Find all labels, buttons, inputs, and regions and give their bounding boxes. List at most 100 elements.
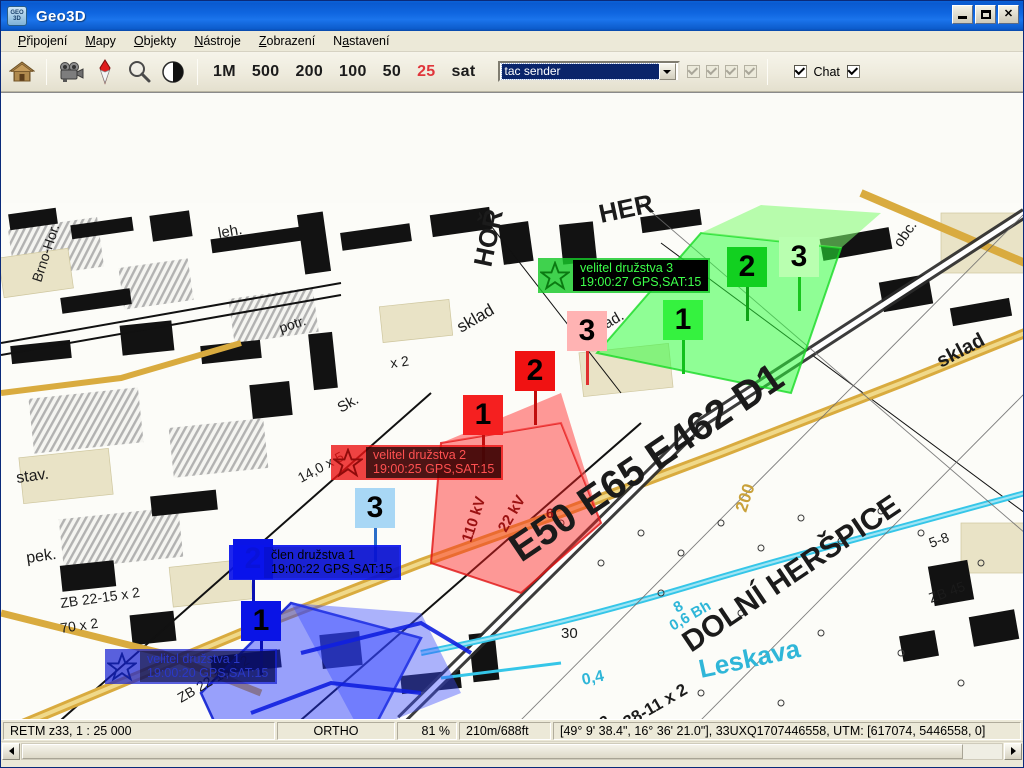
menu-item-mapy[interactable]: Mapy xyxy=(76,32,125,51)
toolbar: 1M 500 200 100 50 25 sat tac sender Chat xyxy=(1,52,1023,92)
label-red-line2: 19:00:25 GPS,SAT:15 xyxy=(373,462,495,476)
video-camera-icon[interactable] xyxy=(54,56,88,88)
marker-red-3-number: 3 xyxy=(567,311,607,351)
label-green-line1: velitel družstva 3 xyxy=(580,261,674,275)
scale-button-1m[interactable]: 1M xyxy=(205,60,244,84)
app-logo-icon: GEO 3D xyxy=(7,6,27,26)
chevron-down-icon[interactable] xyxy=(658,63,676,80)
chat-label: Chat xyxy=(813,64,840,79)
close-button[interactable]: ✕ xyxy=(998,5,1019,24)
chat-checkbox-right[interactable] xyxy=(846,64,860,78)
marker-stem xyxy=(585,351,589,385)
horizontal-scrollbar[interactable] xyxy=(1,741,1023,760)
check-icon xyxy=(847,64,859,75)
sender-combobox-value[interactable]: tac sender xyxy=(500,63,660,80)
marker-stem xyxy=(681,340,685,374)
status-percent: 81 % xyxy=(397,721,457,740)
home-icon[interactable] xyxy=(5,56,39,88)
scale-button-500[interactable]: 500 xyxy=(244,60,288,84)
minimize-button[interactable] xyxy=(952,5,973,24)
label-red-textbox: velitel družstva 2 19:00:25 GPS,SAT:15 xyxy=(366,447,502,478)
scroll-right-arrow-icon[interactable] xyxy=(1004,742,1022,760)
title-bar[interactable]: GEO 3D Geo3D ✕ xyxy=(1,1,1023,31)
map-pin-icon[interactable] xyxy=(88,56,122,88)
marker-green-1-number: 1 xyxy=(663,300,703,340)
menu-item-label: ástroje xyxy=(203,33,241,48)
marker-green-2[interactable]: 2 xyxy=(727,247,767,321)
marker-blue-3-number: 3 xyxy=(355,488,395,528)
layer-checkbox-group xyxy=(684,64,760,78)
label-blue-commander-textbox: velitel družstva 1 19:00:20 GPS,SAT:15 xyxy=(140,651,276,682)
scale-button-100[interactable]: 100 xyxy=(331,60,375,84)
label-blue-member-line2: 19:00:22 GPS,SAT:15 xyxy=(271,562,393,576)
application-window: GEO 3D Geo3D ✕ Připojení Mapy Objekty Ná… xyxy=(0,0,1024,768)
menu-item-objekty[interactable]: Objekty xyxy=(125,32,185,51)
marker-green-3-number: 3 xyxy=(779,237,819,277)
menu-bar: Připojení Mapy Objekty Nástroje Zobrazen… xyxy=(1,31,1023,52)
menu-item-label: N xyxy=(333,33,343,48)
menu-mnemonic: M xyxy=(85,33,96,48)
check-icon xyxy=(724,64,736,75)
chat-checkbox-left[interactable] xyxy=(793,64,807,78)
scale-button-200[interactable]: 200 xyxy=(287,60,331,84)
menu-mnemonic: N xyxy=(194,33,204,48)
check-icon xyxy=(743,64,755,75)
menu-item-pripojeni[interactable]: Připojení xyxy=(9,32,76,51)
label-green-textbox: velitel družstva 3 19:00:27 GPS,SAT:15 xyxy=(573,260,709,291)
menu-mnemonic: O xyxy=(133,33,144,48)
scale-button-25[interactable]: 25 xyxy=(409,60,443,84)
menu-mnemonic: Z xyxy=(258,33,267,48)
window-controls: ✕ xyxy=(952,5,1019,24)
layer-checkbox-4[interactable] xyxy=(743,64,757,78)
label-red-line1: velitel družstva 2 xyxy=(373,448,467,462)
marker-red-1-number: 1 xyxy=(463,395,503,435)
check-icon xyxy=(793,64,805,75)
menu-item-zobrazeni[interactable]: Zobrazení xyxy=(250,32,324,51)
scrollbar-track[interactable] xyxy=(21,742,1003,760)
status-scale: RETM z33, 1 : 25 000 xyxy=(3,721,275,740)
toolbar-separator xyxy=(46,58,47,85)
maximize-icon xyxy=(980,10,991,19)
label-green-line2: 19:00:27 GPS,SAT:15 xyxy=(580,275,702,289)
chat-controls: Chat xyxy=(791,64,863,79)
layer-checkbox-3[interactable] xyxy=(724,64,738,78)
menu-item-nastaveni[interactable]: Nastavení xyxy=(324,32,398,51)
check-icon xyxy=(705,64,717,75)
marker-green-3[interactable]: 3 xyxy=(779,237,819,311)
close-icon: ✕ xyxy=(1003,8,1014,20)
label-blue-commander-line2: 19:00:20 GPS,SAT:15 xyxy=(147,666,269,680)
label-blue-member[interactable]: člen družstva 1 19:00:22 GPS,SAT:15 xyxy=(229,545,402,580)
window-title: Geo3D xyxy=(36,7,86,25)
svg-text:30: 30 xyxy=(561,625,578,642)
status-altitude: 210m/688ft xyxy=(459,721,551,740)
status-bar: RETM z33, 1 : 25 000 ORTHO 81 % 210m/688… xyxy=(1,719,1023,741)
marker-red-3[interactable]: 3 xyxy=(567,311,607,385)
marker-stem xyxy=(745,287,749,321)
menu-item-label: obrazení xyxy=(266,33,316,48)
layer-checkbox-1[interactable] xyxy=(686,64,700,78)
svg-text:x 2: x 2 xyxy=(389,352,410,370)
label-blue-commander[interactable]: velitel družstva 1 19:00:20 GPS,SAT:15 xyxy=(105,649,278,684)
sender-combobox[interactable]: tac sender xyxy=(497,61,680,82)
marker-red-2[interactable]: 2 xyxy=(515,351,555,425)
scroll-left-arrow-icon[interactable] xyxy=(2,742,20,760)
label-green-team[interactable]: velitel družstva 3 19:00:27 GPS,SAT:15 xyxy=(538,258,711,293)
maximize-button[interactable] xyxy=(975,5,996,24)
marker-green-1[interactable]: 1 xyxy=(663,300,703,374)
label-blue-member-textbox: člen družstva 1 19:00:22 GPS,SAT:15 xyxy=(264,547,400,578)
magnifier-icon[interactable] xyxy=(122,56,156,88)
menu-item-nastroje[interactable]: Nástroje xyxy=(185,32,250,51)
scale-button-50[interactable]: 50 xyxy=(375,60,409,84)
menu-item-label: řipojení xyxy=(26,33,68,48)
left-arrow xyxy=(8,747,14,755)
label-red-team[interactable]: velitel družstva 2 19:00:25 GPS,SAT:15 xyxy=(331,445,504,480)
star-icon xyxy=(333,447,363,478)
map-canvas: E50 E65 E462 D1 DOLNÍ HERŠPICE HOŘ HER s… xyxy=(1,93,1023,719)
contrast-icon[interactable] xyxy=(156,56,190,88)
map-view[interactable]: E50 E65 E462 D1 DOLNÍ HERŠPICE HOŘ HER s… xyxy=(1,92,1023,719)
scrollbar-thumb[interactable] xyxy=(22,743,963,759)
check-icon xyxy=(686,64,698,75)
layer-checkbox-2[interactable] xyxy=(705,64,719,78)
scale-button-sat[interactable]: sat xyxy=(443,60,483,84)
toolbar-separator xyxy=(766,58,768,85)
